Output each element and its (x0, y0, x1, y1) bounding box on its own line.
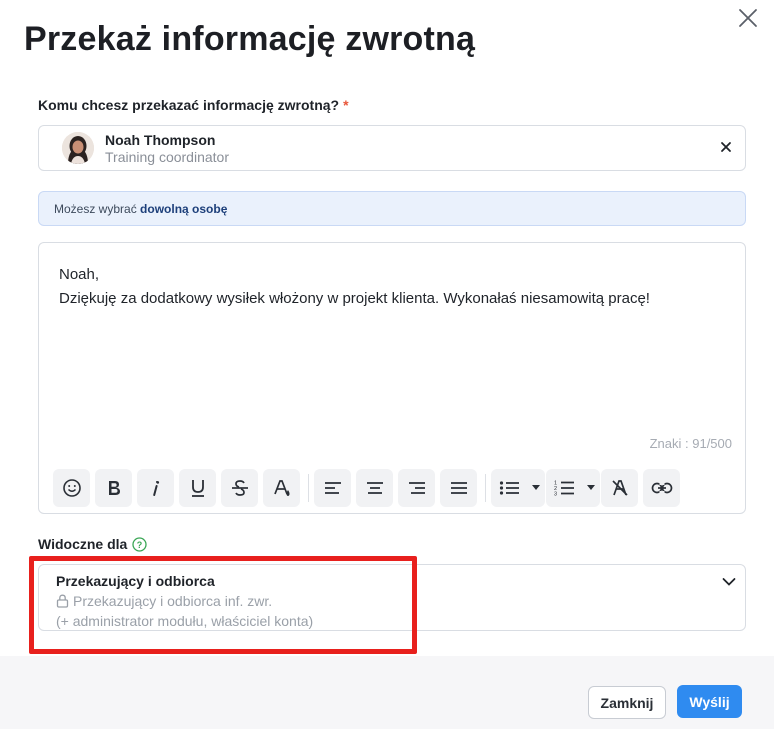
underline-icon (191, 480, 204, 497)
align-center-button[interactable] (356, 469, 393, 507)
char-counter: Znaki : 91/500 (649, 436, 732, 451)
info-text-bold: dowolną osobę (140, 202, 228, 216)
text-color-icon (273, 480, 290, 496)
close-dialog-icon[interactable] (737, 7, 759, 29)
visibility-subtext-1-text: Przekazujący i odbiorca inf. zwr. (73, 593, 273, 609)
bold-button[interactable] (95, 469, 132, 507)
text-color-button[interactable] (263, 469, 300, 507)
visibility-label-text: Widoczne dla (38, 536, 128, 552)
visibility-subtext-2: (+ administrator modułu, właściciel kont… (56, 613, 314, 629)
send-button[interactable]: Wyślij (677, 685, 742, 718)
visibility-subtext-1: Przekazujący i odbiorca inf. zwr. (56, 593, 272, 609)
close-button[interactable]: Zamknij (588, 686, 666, 719)
align-left-icon (324, 482, 341, 494)
numbered-list-button[interactable]: 123 (546, 469, 600, 507)
italic-button[interactable] (137, 469, 174, 507)
clear-format-button[interactable] (601, 469, 638, 507)
link-icon (651, 482, 672, 494)
align-center-icon (366, 482, 383, 494)
recipient-name: Noah Thompson (105, 132, 216, 148)
strikethrough-button[interactable] (221, 469, 258, 507)
message-body: Dziękuję za dodatkowy wysiłek włożony w … (59, 290, 650, 307)
feedback-editor[interactable]: Noah, Dziękuję za dodatkowy wysiłek włoż… (38, 242, 746, 514)
numbered-list-icon: 123 (554, 481, 574, 498)
visibility-label: Widoczne dla ? (38, 536, 147, 552)
emoji-icon (62, 479, 81, 497)
align-right-icon (408, 482, 425, 494)
bold-icon (108, 481, 120, 495)
dialog-title: Przekaż informację zwrotną (24, 20, 476, 58)
required-mark: * (343, 97, 349, 113)
visibility-select[interactable]: Przekazujący i odbiorca Przekazujący i o… (38, 564, 746, 631)
recipient-role: Training coordinator (105, 149, 229, 165)
svg-text:3: 3 (554, 492, 557, 498)
editor-toolbar: 123 (53, 469, 733, 507)
align-left-button[interactable] (314, 469, 351, 507)
chevron-down-icon (722, 578, 736, 586)
avatar (62, 132, 94, 164)
chevron-down-icon (587, 485, 595, 490)
justify-button[interactable] (440, 469, 477, 507)
message-greeting: Noah, (59, 266, 100, 283)
svg-text:?: ? (137, 540, 143, 550)
emoji-button[interactable] (53, 469, 90, 507)
recipient-label: Komu chcesz przekazać informację zwrotną… (38, 97, 349, 113)
justify-icon (450, 482, 467, 494)
bullet-list-button[interactable] (491, 469, 545, 507)
strikethrough-icon (231, 480, 248, 496)
lock-icon (56, 594, 69, 608)
italic-icon (152, 481, 159, 496)
info-text: Możesz wybrać (54, 202, 141, 216)
toolbar-divider (308, 474, 309, 502)
link-button[interactable] (643, 469, 680, 507)
recipient-label-text: Komu chcesz przekazać informację zwrotną… (38, 97, 340, 113)
clear-recipient-icon[interactable] (719, 140, 733, 154)
recipient-selector[interactable]: Noah Thompson Training coordinator (38, 125, 746, 171)
bullet-list-icon (499, 481, 519, 495)
clear-format-icon (611, 480, 628, 496)
info-banner: Możesz wybrać dowolną osobę (38, 191, 746, 226)
chevron-down-icon (532, 485, 540, 490)
underline-button[interactable] (179, 469, 216, 507)
toolbar-divider (485, 474, 486, 502)
visibility-selected: Przekazujący i odbiorca (56, 573, 215, 589)
align-right-button[interactable] (398, 469, 435, 507)
help-icon[interactable]: ? (132, 536, 147, 552)
